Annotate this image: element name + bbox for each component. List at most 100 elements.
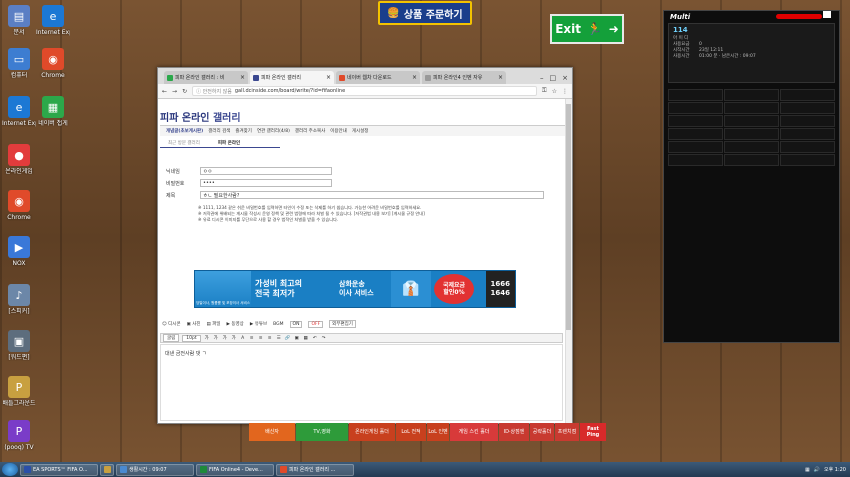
panel-cell[interactable]: [668, 128, 723, 140]
desktop-icon-chrome[interactable]: ◉ Chrome: [2, 190, 36, 221]
panel-cell[interactable]: [780, 102, 835, 114]
tile-online-game-holder[interactable]: 온라인게임 홀더: [349, 423, 395, 441]
tile-fast-ping[interactable]: Fast Ping: [580, 423, 606, 441]
font-color-icon[interactable]: A: [240, 335, 246, 341]
tile-french[interactable]: 프렌치점: [555, 423, 579, 441]
task-ea-sports[interactable]: EA SPORTS™ FIFA O...: [20, 463, 98, 476]
underline-icon[interactable]: 가: [213, 335, 219, 341]
panel-cell[interactable]: [724, 102, 779, 114]
panel-cell[interactable]: [668, 154, 723, 166]
desktop-icon-online-game[interactable]: ● 온라인게임: [2, 144, 36, 175]
desktop-icon-nox[interactable]: ▶ NOX: [2, 236, 36, 267]
size-select[interactable]: 10pt: [182, 334, 201, 342]
sub-menu-recent[interactable]: 최근 방문 갤러리: [168, 140, 200, 146]
panel-cell[interactable]: [780, 115, 835, 127]
dccon-button[interactable]: ☺ 디시콘: [162, 321, 181, 327]
panel-cell[interactable]: [668, 89, 723, 101]
key-icon[interactable]: ⚿: [542, 87, 547, 95]
star-icon[interactable]: ☆: [552, 88, 557, 95]
menu-item-copy-address[interactable]: 갤러리 주소복사: [295, 128, 325, 134]
panel-cell[interactable]: [780, 154, 835, 166]
font-select[interactable]: 굴림: [163, 334, 180, 342]
back-icon[interactable]: ←: [162, 88, 167, 95]
tab-naver-webtoon[interactable]: 네이버 웹차 다운로드 ×: [336, 71, 420, 84]
link-icon[interactable]: 🔗: [285, 335, 291, 341]
reload-icon[interactable]: ↻: [182, 88, 187, 95]
desktop-icon-word[interactable]: ▣ [워드편]: [2, 330, 36, 361]
desktop-icon-naver[interactable]: ▦ 네이버 접게: [36, 96, 70, 127]
panel-cell[interactable]: [724, 115, 779, 127]
network-icon[interactable]: ▦: [805, 467, 810, 473]
browser-scrollbar-thumb[interactable]: [566, 104, 571, 330]
tile-id-shop[interactable]: ID·상점엔: [499, 423, 529, 441]
menu-item-settings[interactable]: 게시설정: [352, 128, 369, 134]
tile-betrayer[interactable]: 배신자: [249, 423, 295, 441]
panel-cell[interactable]: [668, 102, 723, 114]
panel-cell[interactable]: [724, 141, 779, 153]
tile-lol-inven[interactable]: LoL 인벤: [427, 423, 449, 441]
task-usage-time[interactable]: 생활시간 : 09:07: [116, 463, 194, 476]
tile-guide-holder[interactable]: 공략홀더: [530, 423, 554, 441]
volume-icon[interactable]: 🔊: [814, 467, 820, 473]
bgm-off-toggle[interactable]: OFF: [308, 320, 324, 328]
subject-field[interactable]: ㅎㄴ 필요한사람?: [200, 191, 544, 199]
bgm-on-toggle[interactable]: ON: [289, 320, 303, 328]
panel-cell[interactable]: [724, 128, 779, 140]
ad-banner[interactable]: 당일이사, 원룸룸 및 포장이사 서비스 가성비 최고의 전국 최저가 삼화운송…: [194, 270, 516, 308]
panel-cell[interactable]: [724, 154, 779, 166]
desktop-icon-chrome-2[interactable]: ◉ Chrome: [36, 48, 70, 79]
menu-item-search[interactable]: 갤러리 검색: [208, 128, 230, 134]
desktop-icon-pubg[interactable]: P 배틀그라운드: [2, 376, 36, 407]
close-icon[interactable]: ×: [240, 74, 245, 81]
minimize-icon[interactable]: –: [540, 74, 544, 82]
tile-lol-record[interactable]: LoL 전적: [396, 423, 426, 441]
photo-button[interactable]: ▣ 사진: [187, 321, 201, 327]
nickname-field[interactable]: ㅇㅇ: [200, 167, 332, 175]
close-icon[interactable]: ×: [498, 74, 503, 81]
list-icon[interactable]: ☰: [276, 335, 282, 341]
desktop-icon-speaker[interactable]: ♪ [스피커]: [2, 284, 36, 315]
panel-cell[interactable]: [668, 141, 723, 153]
desktop-icon-ie[interactable]: e Internet Explorer: [2, 96, 36, 127]
editor-body[interactable]: 대낸 금전사람 댓 ㄱ: [160, 344, 563, 421]
password-field[interactable]: ••••: [200, 179, 332, 187]
tab-fifa-gallery-2[interactable]: 피파 온라인 갤러리 ×: [250, 71, 334, 84]
panel-cell[interactable]: [780, 89, 835, 101]
undo-icon[interactable]: ↶: [312, 335, 318, 341]
close-icon[interactable]: ×: [412, 74, 417, 81]
menu-item-related[interactable]: 연관 갤러리(4/8): [257, 128, 290, 134]
panel-cell[interactable]: [668, 115, 723, 127]
image-icon[interactable]: ▣: [294, 335, 300, 341]
video-button[interactable]: ▶ 동영상: [226, 321, 243, 327]
youtube-button[interactable]: ▶ 유튜브: [250, 321, 267, 327]
file-button[interactable]: ▤ 파일: [207, 321, 221, 327]
table-icon[interactable]: ▦: [303, 335, 309, 341]
menu-item-favorites[interactable]: 즐겨찾기: [235, 128, 252, 134]
order-button[interactable]: 🍔 상품 주문하기: [378, 1, 472, 25]
panel-cell[interactable]: [780, 128, 835, 140]
task-fifa-online4[interactable]: FIFA Online4 - Deve...: [196, 463, 274, 476]
menu-icon[interactable]: ⋮: [562, 88, 568, 95]
close-icon[interactable]: ×: [326, 74, 331, 81]
exit-sign[interactable]: Exit 🏃 ➜: [550, 14, 624, 44]
close-window-icon[interactable]: ×: [562, 74, 568, 82]
tile-game-skin-holder[interactable]: 게임 스킨 홀더: [450, 423, 498, 441]
bold-icon[interactable]: 가: [204, 335, 210, 341]
forward-icon[interactable]: →: [172, 88, 177, 95]
external-editor-button[interactable]: 외부편집기: [329, 320, 356, 328]
start-button[interactable]: [2, 463, 18, 476]
maximize-icon[interactable]: □: [550, 74, 557, 82]
panel-cell[interactable]: [780, 141, 835, 153]
strike-icon[interactable]: 가: [231, 335, 237, 341]
align-right-icon[interactable]: ≡: [267, 335, 273, 341]
menu-item-guide[interactable]: 이용안내: [330, 128, 347, 134]
panel-close-icon[interactable]: [823, 11, 831, 18]
align-left-icon[interactable]: ≡: [249, 335, 255, 341]
panel-cell[interactable]: [724, 89, 779, 101]
align-center-icon[interactable]: ≡: [258, 335, 264, 341]
desktop-icon-pooq[interactable]: P (pooq) TV: [2, 420, 36, 451]
clock[interactable]: 오후 1:20: [824, 466, 846, 473]
desktop-icon-ie-2[interactable]: e Internet Explorer: [36, 5, 70, 36]
tab-fifa-gallery-1[interactable]: 피파 온라인 갤러리 : 비 ×: [164, 71, 248, 84]
redo-icon[interactable]: ↷: [321, 335, 327, 341]
